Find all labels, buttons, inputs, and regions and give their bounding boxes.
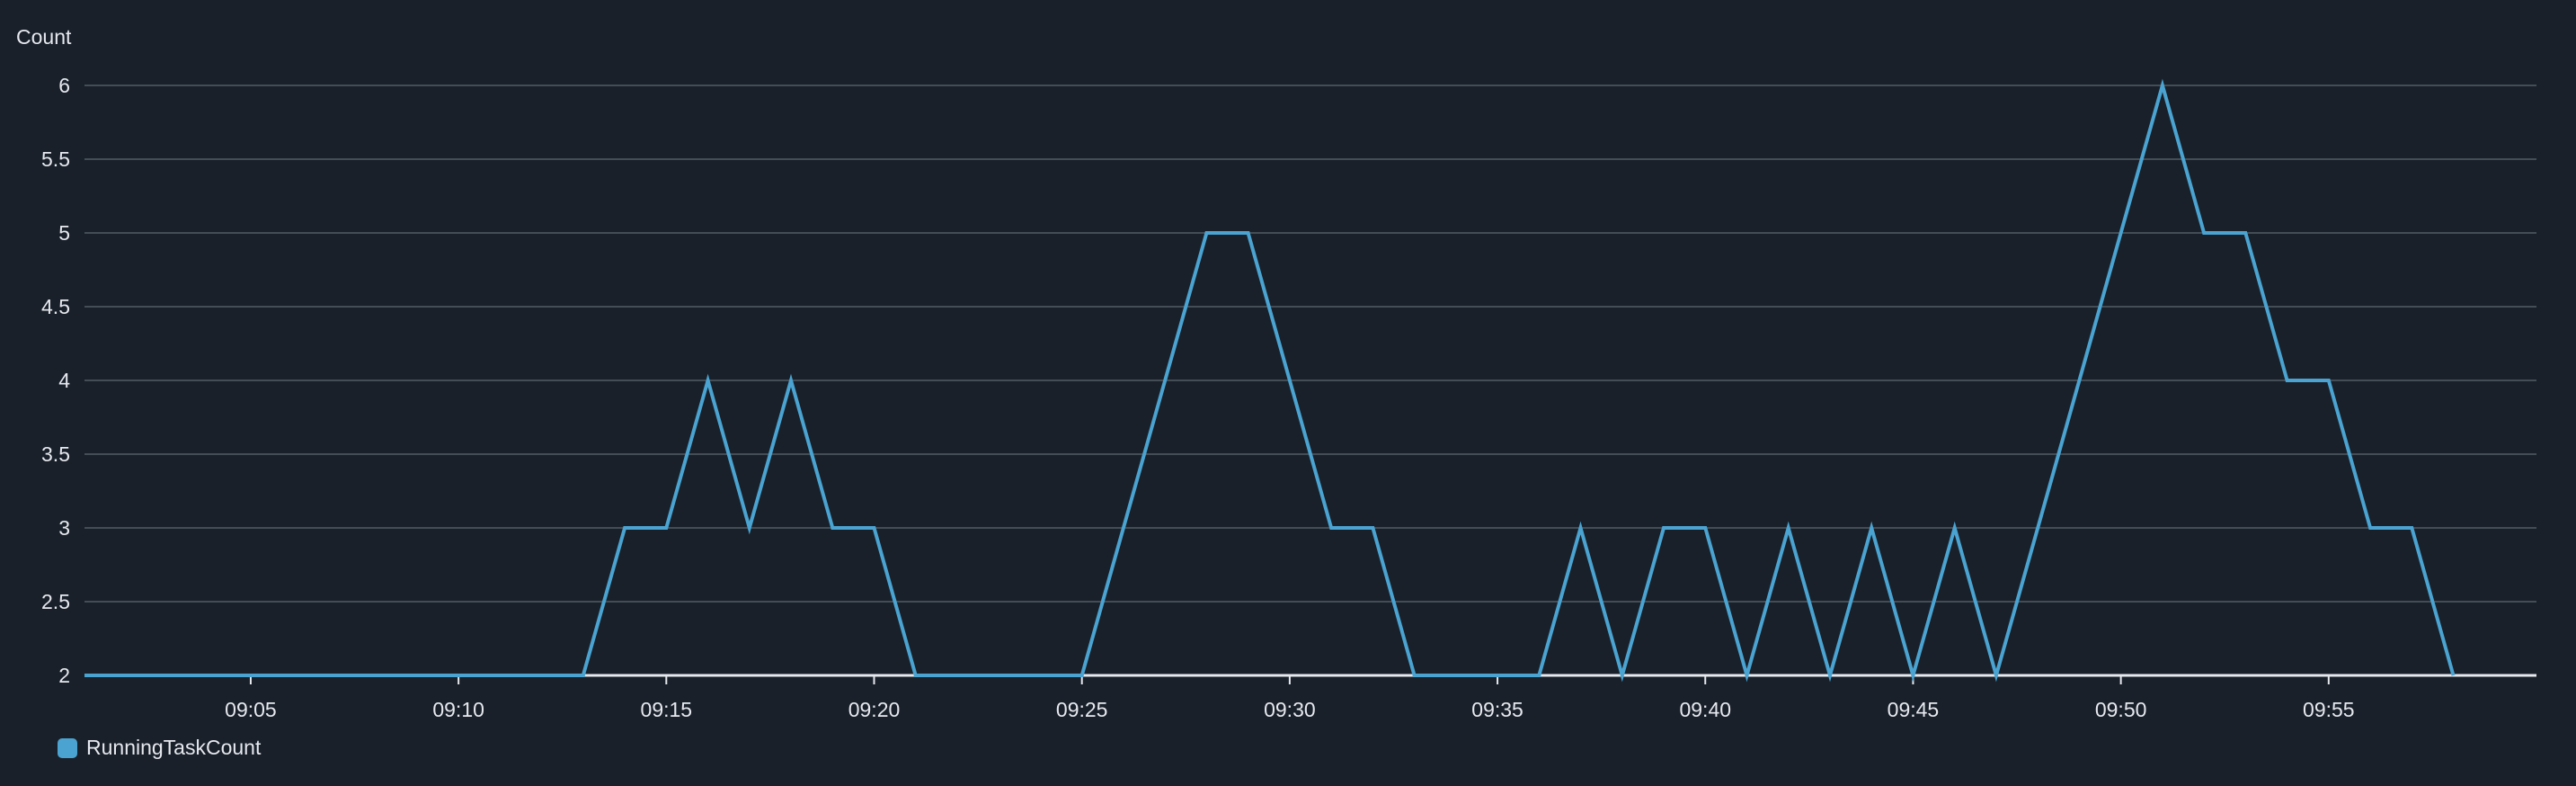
y-axis-ticks: 2 2.5 3 3.5 4 4.5 5 5.5 6	[41, 74, 70, 687]
y-tick-label: 5.5	[41, 147, 70, 171]
y-axis-unit-label: Count	[16, 25, 72, 49]
y-tick-label: 3	[58, 516, 70, 540]
chart-canvas: Count 22.533.544.555.56 09:05 09:10 09:15 0…	[16, 25, 2536, 721]
legend-swatch	[58, 737, 77, 758]
legend-label: RunningTaskCount	[86, 736, 262, 759]
x-tick-label: 09:20	[848, 698, 901, 721]
x-tick-label: 09:05	[225, 698, 277, 721]
x-tick-label: 09:30	[1264, 698, 1316, 721]
x-tick-label: 09:10	[432, 698, 484, 721]
y-tick-label: 3.5	[41, 442, 70, 466]
y-tick-label: 2	[58, 664, 70, 687]
x-tick-label: 09:35	[1471, 698, 1523, 721]
x-tick-label: 09:25	[1056, 698, 1108, 721]
y-tick-label: 6	[58, 74, 70, 97]
y-tick-label: 5	[58, 221, 70, 245]
legend[interactable]: RunningTaskCount	[58, 736, 261, 760]
x-tick-label: 09:50	[2095, 698, 2147, 721]
grid-lines	[84, 85, 2536, 677]
y-tick-label: 2.5	[41, 590, 70, 613]
y-tick-label: 4.5	[41, 295, 70, 318]
x-tick-label: 09:45	[1888, 698, 1940, 721]
y-tick-label: 4	[58, 369, 70, 392]
x-tick-label: 09:15	[641, 698, 693, 721]
line-chart: Count 2 2.5 3 3.5 4 4.5 5 5.5 6 09:05 09:10 09:15 0…	[0, 0, 2576, 786]
x-tick-label: 09:55	[2303, 698, 2355, 721]
x-tick-label: 09:40	[1679, 698, 1731, 721]
x-axis-ticks: 09:05 09:10 09:15 09:20 09:25 09:30 09:35 09:40…	[225, 675, 2355, 721]
